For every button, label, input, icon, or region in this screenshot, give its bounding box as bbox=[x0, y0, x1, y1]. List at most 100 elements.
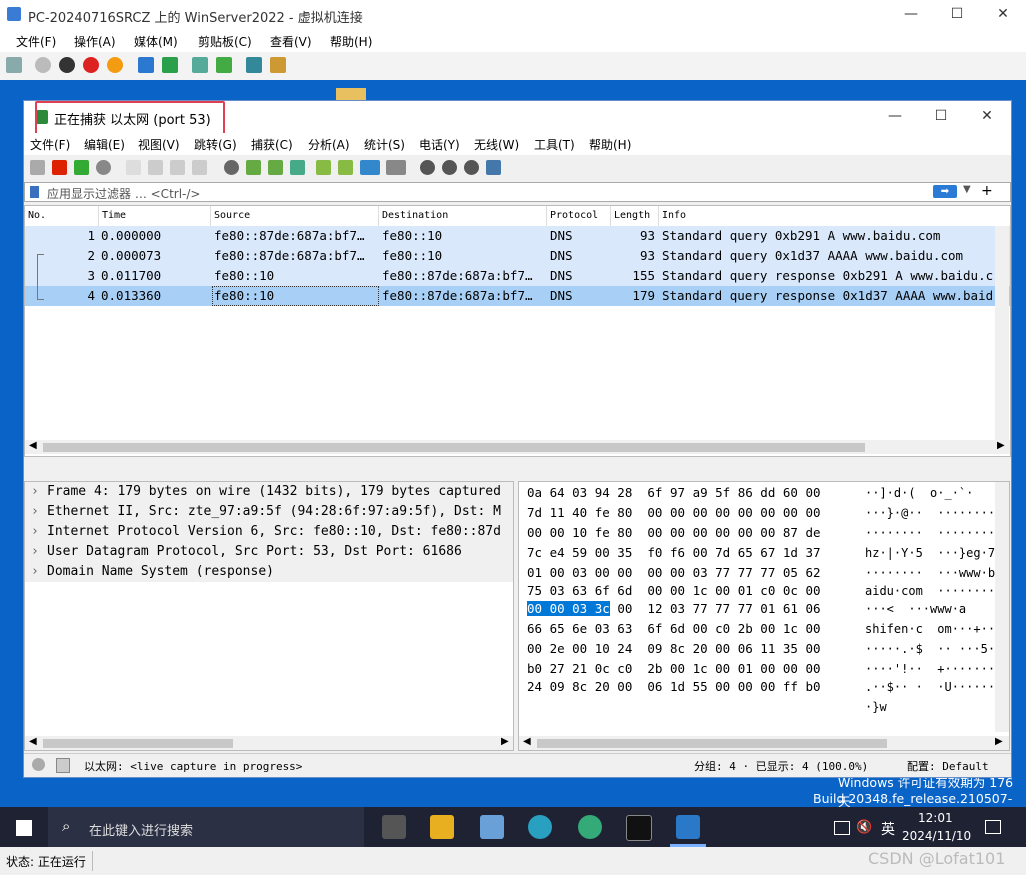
packet-list-vscroll[interactable] bbox=[995, 226, 1009, 440]
network-app-icon[interactable] bbox=[578, 815, 602, 839]
colorize-icon[interactable] bbox=[386, 160, 406, 175]
notification-icon[interactable] bbox=[985, 820, 1001, 834]
host-menu-help[interactable]: 帮助(H) bbox=[330, 33, 372, 50]
scroll-thumb[interactable] bbox=[43, 443, 865, 452]
host-menu-file[interactable]: 文件(F) bbox=[16, 33, 56, 50]
restart-capture-icon[interactable] bbox=[74, 160, 89, 175]
col-time[interactable]: Time bbox=[99, 206, 211, 226]
detail-row-dns[interactable]: › Domain Name System (response) bbox=[25, 562, 513, 582]
filter-dropdown-icon[interactable]: ▼ bbox=[963, 184, 971, 195]
bytes-vscroll[interactable] bbox=[995, 482, 1009, 732]
clock-time[interactable]: 12:01 bbox=[918, 811, 953, 825]
detail-row-udp[interactable]: › User Datagram Protocol, Src Port: 53, D… bbox=[25, 542, 513, 562]
checkpoint-icon[interactable] bbox=[192, 57, 208, 73]
packet-row[interactable]: 3 0.011700 fe80::10 fe80::87de:687a:bf7…… bbox=[25, 266, 1010, 286]
start-icon[interactable] bbox=[35, 57, 51, 73]
minimize-button[interactable]: — bbox=[888, 0, 934, 30]
expand-arrow-icon[interactable]: › bbox=[31, 542, 39, 562]
scroll-right-icon[interactable]: ▶ bbox=[995, 736, 1003, 747]
detail-row-ethernet[interactable]: › Ethernet II, Src: zte_97:a9:5f (94:28:6… bbox=[25, 502, 513, 522]
add-filter-icon[interactable]: + bbox=[981, 183, 993, 199]
ws-menu-tools[interactable]: 工具(T) bbox=[534, 136, 575, 153]
ws-menu-capture[interactable]: 捕获(C) bbox=[251, 136, 293, 153]
detail-row-ipv6[interactable]: › Internet Protocol Version 6, Src: fe80:… bbox=[25, 522, 513, 542]
scroll-right-icon[interactable]: ▶ bbox=[501, 736, 509, 747]
display-filter-bar[interactable]: 应用显示过滤器 … <Ctrl-/> ➡ ▼ bbox=[24, 182, 1011, 202]
ws-menu-analyze[interactable]: 分析(A) bbox=[308, 136, 350, 153]
expand-arrow-icon[interactable]: › bbox=[31, 522, 39, 542]
ws-menu-view[interactable]: 视图(V) bbox=[138, 136, 180, 153]
normal-size-icon[interactable] bbox=[464, 160, 479, 175]
scroll-thumb[interactable] bbox=[537, 739, 887, 748]
col-source[interactable]: Source bbox=[211, 206, 379, 226]
zoom-out-icon[interactable] bbox=[442, 160, 457, 175]
capture-options-icon[interactable] bbox=[96, 160, 111, 175]
col-info[interactable]: Info bbox=[659, 206, 1010, 226]
turn-off-icon[interactable] bbox=[59, 57, 75, 73]
ws-menu-file[interactable]: 文件(F) bbox=[30, 136, 70, 153]
status-profile-text[interactable]: 配置: Default bbox=[907, 758, 989, 774]
host-menu-clipboard[interactable]: 剪贴板(C) bbox=[198, 33, 252, 50]
ws-menu-go[interactable]: 跳转(G) bbox=[194, 136, 237, 153]
capture-comment-icon[interactable] bbox=[56, 758, 70, 773]
close-file-icon[interactable] bbox=[170, 160, 185, 175]
task-view-icon[interactable] bbox=[382, 815, 406, 839]
resume-icon[interactable] bbox=[162, 57, 178, 73]
ime-indicator[interactable]: 英 bbox=[881, 819, 895, 839]
ws-menu-help[interactable]: 帮助(H) bbox=[589, 136, 631, 153]
scroll-left-icon[interactable]: ◀ bbox=[29, 736, 37, 747]
last-packet-icon[interactable] bbox=[338, 160, 353, 175]
enhanced-session-icon[interactable] bbox=[246, 57, 262, 73]
reload-icon[interactable] bbox=[192, 160, 207, 175]
close-button[interactable]: ✕ bbox=[980, 0, 1026, 30]
power-icon[interactable] bbox=[107, 57, 123, 73]
find-packet-icon[interactable] bbox=[224, 160, 239, 175]
maximize-button[interactable]: ☐ bbox=[934, 0, 980, 30]
windows-start-icon[interactable] bbox=[16, 820, 32, 836]
bytes-hscroll[interactable]: ◀ ▶ bbox=[519, 736, 1009, 750]
file-explorer-icon[interactable] bbox=[430, 815, 454, 839]
start-capture-icon[interactable] bbox=[30, 160, 45, 175]
share-icon[interactable] bbox=[270, 57, 286, 73]
expand-arrow-icon[interactable]: › bbox=[31, 502, 39, 522]
revert-icon[interactable] bbox=[216, 57, 232, 73]
first-packet-icon[interactable] bbox=[316, 160, 331, 175]
col-protocol[interactable]: Protocol bbox=[547, 206, 611, 226]
host-menu-media[interactable]: 媒体(M) bbox=[134, 33, 178, 50]
host-menu-view[interactable]: 查看(V) bbox=[270, 33, 312, 50]
scroll-thumb[interactable] bbox=[43, 739, 233, 748]
scroll-right-icon[interactable]: ▶ bbox=[997, 440, 1005, 451]
zoom-in-icon[interactable] bbox=[420, 160, 435, 175]
display-filter-input[interactable]: 应用显示过滤器 … <Ctrl-/> bbox=[47, 185, 200, 202]
col-length[interactable]: Length bbox=[611, 206, 659, 226]
autoscroll-icon[interactable] bbox=[360, 160, 380, 175]
scroll-left-icon[interactable]: ◀ bbox=[29, 440, 37, 451]
ws-menu-statistics[interactable]: 统计(S) bbox=[364, 136, 405, 153]
wireshark-taskbar-icon[interactable] bbox=[676, 815, 700, 839]
packet-row[interactable]: 1 0.000000 fe80::87de:687a:bf7… fe80::10… bbox=[25, 226, 1010, 246]
ws-maximize-button[interactable]: ☐ bbox=[918, 102, 964, 132]
ws-menu-wireless[interactable]: 无线(W) bbox=[474, 136, 519, 153]
col-no[interactable]: No. bbox=[25, 206, 99, 226]
open-file-icon[interactable] bbox=[126, 160, 141, 175]
terminal-icon[interactable] bbox=[626, 815, 652, 841]
packet-list-hscroll[interactable]: ◀ ▶ bbox=[25, 440, 1010, 454]
clock-date[interactable]: 2024/11/10 bbox=[902, 829, 971, 843]
resize-columns-icon[interactable] bbox=[486, 160, 501, 175]
details-hscroll[interactable]: ◀ ▶ bbox=[25, 736, 513, 750]
packet-row[interactable]: 2 0.000073 fe80::87de:687a:bf7… fe80::10… bbox=[25, 246, 1010, 266]
detail-row-frame[interactable]: › Frame 4: 179 bytes on wire (1432 bits),… bbox=[25, 482, 513, 502]
edge-icon[interactable] bbox=[528, 815, 552, 839]
server-manager-icon[interactable] bbox=[480, 815, 504, 839]
go-forward-icon[interactable] bbox=[268, 160, 283, 175]
go-to-packet-icon[interactable] bbox=[290, 160, 305, 175]
taskbar-search-box[interactable]: ⌕ 在此键入进行搜索 bbox=[48, 807, 364, 847]
ctrl-alt-del-icon[interactable] bbox=[6, 57, 22, 73]
apply-filter-icon[interactable]: ➡ bbox=[933, 185, 957, 198]
expert-info-icon[interactable] bbox=[32, 758, 45, 771]
save-file-icon[interactable] bbox=[148, 160, 163, 175]
network-tray-icon[interactable] bbox=[834, 821, 850, 835]
scroll-left-icon[interactable]: ◀ bbox=[523, 736, 531, 747]
host-menu-action[interactable]: 操作(A) bbox=[74, 33, 116, 50]
col-destination[interactable]: Destination bbox=[379, 206, 547, 226]
